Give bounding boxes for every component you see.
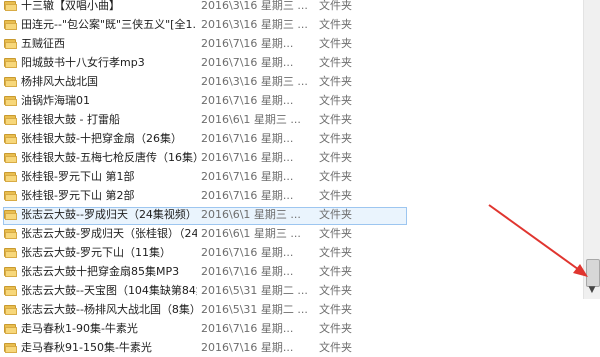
file-row[interactable]: 张志云大鼓十把穿金扇85集MP3 2016\7\16 星期... 文件夹 — [0, 263, 583, 281]
file-type: 文件夹 — [319, 322, 352, 335]
folder-icon — [4, 247, 17, 258]
file-type: 文件夹 — [319, 265, 352, 278]
file-name: 张志云大鼓--杨排风大战北国（8集） — [21, 303, 197, 316]
file-name: 张桂银-罗元下山 第2部 — [21, 189, 135, 202]
file-date-modified: 2016\7\16 星期... — [201, 94, 294, 107]
file-type: 文件夹 — [319, 246, 352, 259]
file-row[interactable]: 张桂银大鼓-十把穿金扇（26集） 2016\7\16 星期... 文件夹 — [0, 130, 583, 148]
file-type: 文件夹 — [319, 151, 352, 164]
file-date-modified: 2016\3\16 星期三 ... — [201, 75, 308, 88]
file-date-modified: 2016\7\16 星期... — [201, 132, 294, 145]
file-row[interactable]: 张志云大鼓-罗成归天（张桂银）（24集... 2016\6\1 星期三 ... 文件… — [0, 225, 583, 243]
file-name: 走马春秋1-90集-牛素光 — [21, 322, 138, 335]
folder-icon — [4, 285, 17, 296]
file-type: 文件夹 — [319, 0, 352, 12]
file-type: 文件夹 — [319, 189, 352, 202]
folder-icon — [4, 152, 17, 163]
file-date-modified: 2016\7\16 星期... — [201, 341, 294, 354]
folder-icon — [4, 190, 17, 201]
folder-icon — [4, 266, 17, 277]
scroll-down-arrow-icon[interactable]: ▼ — [586, 284, 598, 297]
file-name: 杨排风大战北国 — [21, 75, 98, 88]
file-date-modified: 2016\7\16 星期... — [201, 246, 294, 259]
folder-icon — [4, 19, 17, 30]
file-row[interactable]: 五贼征西 2016\7\16 星期... 文件夹 — [0, 35, 583, 53]
file-type: 文件夹 — [319, 75, 352, 88]
file-date-modified: 2016\7\16 星期... — [201, 170, 294, 183]
file-row[interactable]: 张桂银大鼓 - 打雷船 2016\6\1 星期三 ... 文件夹 — [0, 111, 583, 129]
file-row[interactable]: 十三辙【双唱小曲】 2016\3\16 星期三 ... 文件夹 — [0, 0, 583, 15]
file-name: 张桂银大鼓 - 打雷船 — [21, 113, 120, 126]
file-date-modified: 2016\6\1 星期三 ... — [201, 113, 301, 126]
file-date-modified: 2016\3\16 星期三 ... — [201, 18, 308, 31]
file-row[interactable]: 田连元--"包公案"既"三侠五义"[全1... 2016\3\16 星期三 ...… — [0, 16, 583, 34]
file-name: 阳城鼓书十八女行孝mp3 — [21, 56, 145, 69]
file-date-modified: 2016\5\31 星期二 ... — [201, 284, 308, 297]
file-type: 文件夹 — [319, 56, 352, 69]
file-name: 走马春秋91-150集-牛素光 — [21, 341, 152, 354]
file-name: 张志云大鼓--天宝图（104集缺第84集） — [21, 284, 197, 297]
file-row[interactable]: 张志云大鼓--杨排风大战北国（8集） 2016\5\31 星期二 ... 文件夹 — [0, 301, 583, 319]
file-type: 文件夹 — [319, 227, 352, 240]
file-name: 油锅炸海瑞01 — [21, 94, 90, 107]
file-date-modified: 2016\7\16 星期... — [201, 322, 294, 335]
file-date-modified: 2016\7\16 星期... — [201, 265, 294, 278]
file-row[interactable]: 张桂银-罗元下山 第2部 2016\7\16 星期... 文件夹 — [0, 187, 583, 205]
file-type: 文件夹 — [319, 170, 352, 183]
folder-icon — [4, 95, 17, 106]
folder-icon — [4, 228, 17, 239]
file-row[interactable]: 张志云大鼓--天宝图（104集缺第84集） 2016\5\31 星期二 ... 文件… — [0, 282, 583, 300]
folder-icon — [4, 0, 17, 11]
file-date-modified: 2016\6\1 星期三 ... — [201, 208, 301, 221]
file-type: 文件夹 — [319, 303, 352, 316]
file-type: 文件夹 — [319, 341, 352, 354]
file-type: 文件夹 — [319, 94, 352, 107]
file-row[interactable]: 张志云大鼓--罗成归天（24集视频） 2016\6\1 星期三 ... 文件夹 — [0, 206, 583, 225]
folder-icon — [4, 38, 17, 49]
file-name: 张桂银-罗元下山 第1部 — [21, 170, 135, 183]
folder-icon — [4, 133, 17, 144]
file-name: 十三辙【双唱小曲】 — [21, 0, 120, 12]
file-type: 文件夹 — [319, 208, 352, 221]
file-name: 张桂银大鼓-十把穿金扇（26集） — [21, 132, 182, 145]
folder-icon — [4, 57, 17, 68]
file-name: 张志云大鼓-罗成归天（张桂银）（24集... — [21, 227, 197, 240]
folder-icon — [4, 342, 17, 353]
folder-icon — [4, 171, 17, 182]
vertical-scrollbar[interactable]: ▼ — [583, 0, 600, 299]
file-row[interactable]: 张志云大鼓-罗元下山（11集） 2016\7\16 星期... 文件夹 — [0, 244, 583, 262]
file-row[interactable]: 张桂银-罗元下山 第1部 2016\7\16 星期... 文件夹 — [0, 168, 583, 186]
file-date-modified: 2016\3\16 星期三 ... — [201, 0, 308, 12]
file-type: 文件夹 — [319, 284, 352, 297]
file-row[interactable]: 阳城鼓书十八女行孝mp3 2016\7\16 星期... 文件夹 — [0, 54, 583, 72]
scrollbar-thumb[interactable] — [586, 259, 600, 287]
file-row[interactable]: 走马春秋91-150集-牛素光 2016\7\16 星期... 文件夹 — [0, 339, 583, 357]
file-date-modified: 2016\7\16 星期... — [201, 56, 294, 69]
file-name: 张志云大鼓十把穿金扇85集MP3 — [21, 265, 180, 278]
file-date-modified: 2016\7\16 星期... — [201, 151, 294, 164]
file-date-modified: 2016\6\1 星期三 ... — [201, 227, 301, 240]
folder-icon — [4, 76, 17, 87]
file-date-modified: 2016\7\16 星期... — [201, 37, 294, 50]
file-name: 张志云大鼓-罗元下山（11集） — [21, 246, 171, 259]
file-date-modified: 2016\7\16 星期... — [201, 189, 294, 202]
file-date-modified: 2016\5\31 星期二 ... — [201, 303, 308, 316]
file-row[interactable]: 张桂银大鼓-五梅七枪反唐传（16集） 2016\7\16 星期... 文件夹 — [0, 149, 583, 167]
file-row[interactable]: 走马春秋1-90集-牛素光 2016\7\16 星期... 文件夹 — [0, 320, 583, 338]
file-type: 文件夹 — [319, 18, 352, 31]
file-name: 田连元--"包公案"既"三侠五义"[全1... — [21, 18, 197, 31]
folder-icon — [4, 304, 17, 315]
file-name: 五贼征西 — [21, 37, 65, 50]
file-type: 文件夹 — [319, 37, 352, 50]
file-type: 文件夹 — [319, 132, 352, 145]
file-row[interactable]: 油锅炸海瑞01 2016\7\16 星期... 文件夹 — [0, 92, 583, 110]
file-type: 文件夹 — [319, 113, 352, 126]
file-list: 十三辙【双唱小曲】 2016\3\16 星期三 ... 文件夹 田连元--"包公案"既… — [0, 0, 583, 354]
file-name: 张志云大鼓--罗成归天（24集视频） — [21, 208, 197, 221]
folder-icon — [4, 114, 17, 125]
folder-icon — [4, 323, 17, 334]
file-name: 张桂银大鼓-五梅七枪反唐传（16集） — [21, 151, 197, 164]
folder-icon — [4, 209, 17, 220]
file-row[interactable]: 杨排风大战北国 2016\3\16 星期三 ... 文件夹 — [0, 73, 583, 91]
